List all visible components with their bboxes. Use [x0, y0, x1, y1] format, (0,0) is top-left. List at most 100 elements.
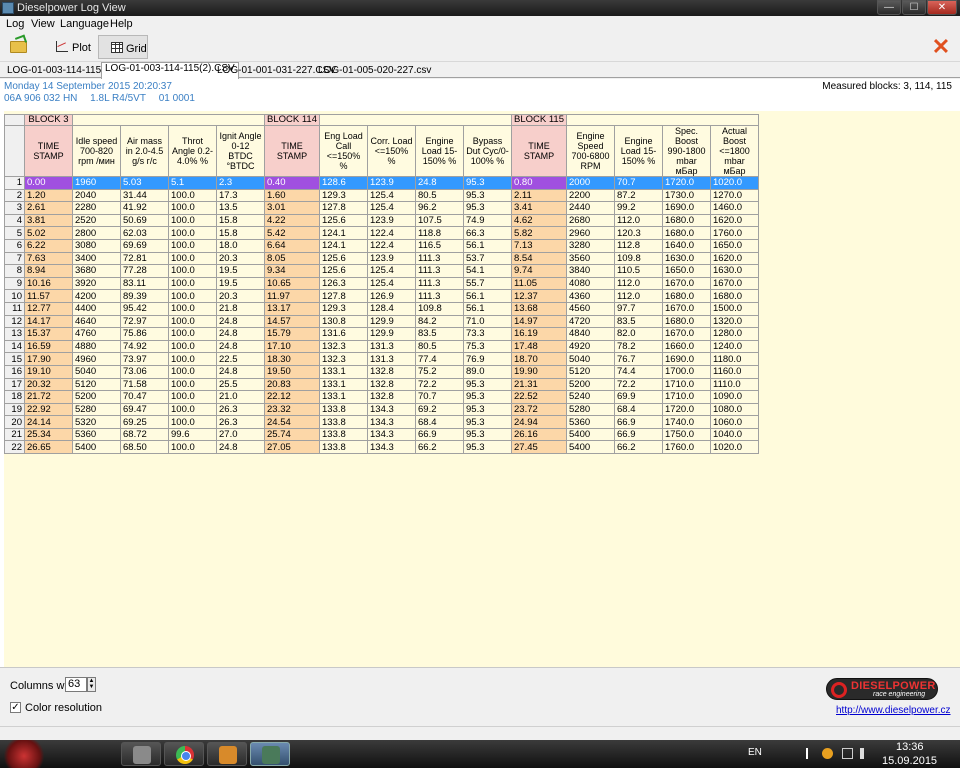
value-cell[interactable]: 95.3	[463, 402, 512, 417]
value-cell[interactable]: 125.6	[319, 213, 368, 228]
timestamp-cell[interactable]: 18.70	[511, 352, 567, 366]
value-cell[interactable]: 13.5	[216, 201, 265, 215]
value-cell[interactable]: 1690.0	[662, 201, 711, 215]
timestamp-cell[interactable]: 23.32	[264, 402, 320, 417]
row-number[interactable]: 7	[4, 251, 25, 266]
timestamp-cell[interactable]: 26.65	[24, 440, 73, 455]
value-cell[interactable]: 72.81	[120, 251, 169, 266]
value-cell[interactable]: 73.3	[463, 327, 512, 341]
timestamp-cell[interactable]: 20.83	[264, 377, 320, 392]
value-cell[interactable]: 83.5	[614, 314, 663, 329]
value-cell[interactable]: 5400	[566, 440, 615, 455]
row-number[interactable]: 10	[4, 289, 25, 303]
value-cell[interactable]: 107.5	[415, 213, 464, 228]
value-cell[interactable]: 2440	[566, 201, 615, 215]
row-number[interactable]: 21	[4, 427, 25, 442]
table-row[interactable]: 17 20.32 5120 71.58 100.0 25.5 20.83 133.1 132.8…	[4, 377, 759, 392]
website-link[interactable]: http://www.dieselpower.cz	[836, 705, 951, 716]
value-cell[interactable]: 83.5	[415, 327, 464, 341]
value-cell[interactable]: 1710.0	[662, 377, 711, 392]
value-cell[interactable]: 2960	[566, 226, 615, 240]
value-cell[interactable]: 1720.0	[662, 402, 711, 417]
table-row[interactable]: 10 11.57 4200 89.39 100.0 20.3 11.97 127.8 126.9…	[4, 289, 759, 303]
value-cell[interactable]: 1040.0	[710, 427, 759, 442]
timestamp-cell[interactable]: 8.54	[511, 251, 567, 266]
timestamp-cell[interactable]: 14.57	[264, 314, 320, 329]
volume-icon[interactable]	[860, 748, 871, 759]
timestamp-cell[interactable]: 2.61	[24, 201, 73, 215]
value-cell[interactable]: 100.0	[168, 251, 217, 266]
value-cell[interactable]: 112.0	[614, 276, 663, 291]
value-cell[interactable]: 5240	[566, 390, 615, 404]
value-cell[interactable]: 54.1	[463, 264, 512, 278]
row-number[interactable]: 1	[4, 176, 25, 190]
value-cell[interactable]: 133.1	[319, 390, 368, 404]
table-row[interactable]: 5 5.02 2800 62.03 100.0 15.8 5.42 124.1 122.4 118…	[4, 226, 759, 240]
timestamp-cell[interactable]: 22.12	[264, 390, 320, 404]
open-log-button[interactable]	[8, 35, 32, 59]
taskbar-app-1[interactable]	[121, 742, 161, 766]
value-cell[interactable]: 15.8	[216, 226, 265, 240]
timestamp-cell[interactable]: 9.74	[511, 264, 567, 278]
value-cell[interactable]: 130.8	[319, 314, 368, 329]
value-cell[interactable]: 5360	[566, 415, 615, 429]
value-cell[interactable]: 95.42	[120, 301, 169, 316]
value-cell[interactable]: 69.69	[120, 238, 169, 253]
table-row[interactable]: 20 24.14 5320 69.25 100.0 26.3 24.54 133.8 134.3…	[4, 415, 759, 429]
value-cell[interactable]: 1700.0	[662, 364, 711, 379]
value-cell[interactable]: 83.11	[120, 276, 169, 291]
value-cell[interactable]: 4880	[72, 339, 121, 354]
value-cell[interactable]: 69.25	[120, 415, 169, 429]
value-cell[interactable]: 5400	[566, 427, 615, 442]
value-cell[interactable]: 125.6	[319, 251, 368, 266]
value-cell[interactable]: 1670.0	[662, 301, 711, 316]
timestamp-cell[interactable]: 3.41	[511, 201, 567, 215]
value-cell[interactable]: 128.4	[367, 301, 416, 316]
row-number[interactable]: 3	[4, 201, 25, 215]
value-cell[interactable]: 66.2	[415, 440, 464, 455]
value-cell[interactable]: 2680	[566, 213, 615, 228]
value-cell[interactable]: 71.0	[463, 314, 512, 329]
value-cell[interactable]: 1650.0	[662, 264, 711, 278]
row-number[interactable]: 11	[4, 301, 25, 316]
timestamp-cell[interactable]: 0.00	[24, 176, 73, 190]
value-cell[interactable]: 1060.0	[710, 415, 759, 429]
timestamp-cell[interactable]: 2.11	[511, 188, 567, 203]
value-cell[interactable]: 76.7	[614, 352, 663, 366]
value-cell[interactable]: 68.4	[415, 415, 464, 429]
value-cell[interactable]: 133.8	[319, 402, 368, 417]
value-cell[interactable]: 68.72	[120, 427, 169, 442]
value-cell[interactable]: 1160.0	[710, 364, 759, 379]
value-cell[interactable]: 72.97	[120, 314, 169, 329]
timestamp-cell[interactable]: 15.37	[24, 327, 73, 341]
timestamp-cell[interactable]: 21.31	[511, 377, 567, 392]
value-cell[interactable]: 69.9	[614, 390, 663, 404]
value-cell[interactable]: 26.3	[216, 402, 265, 417]
value-cell[interactable]: 125.4	[367, 188, 416, 203]
table-row[interactable]: 2 1.20 2040 31.44 100.0 17.3 1.60 129.3 125.4 80.…	[4, 188, 759, 203]
value-cell[interactable]: 1090.0	[710, 390, 759, 404]
value-cell[interactable]: 56.1	[463, 238, 512, 253]
value-cell[interactable]: 134.3	[367, 440, 416, 455]
table-row[interactable]: 1 0.00 1960 5.03 5.1 2.3 0.40 128.6 123.9 24.8 95.…	[4, 176, 759, 190]
grid-button[interactable]: Grid	[98, 35, 148, 59]
value-cell[interactable]: 99.6	[168, 427, 217, 442]
language-indicator[interactable]: EN	[748, 747, 762, 758]
timestamp-cell[interactable]: 25.34	[24, 427, 73, 442]
value-cell[interactable]: 82.0	[614, 327, 663, 341]
value-cell[interactable]: 133.1	[319, 377, 368, 392]
value-cell[interactable]: 131.6	[319, 327, 368, 341]
value-cell[interactable]: 1680.0	[710, 289, 759, 303]
value-cell[interactable]: 100.0	[168, 440, 217, 455]
value-cell[interactable]: 75.86	[120, 327, 169, 341]
value-cell[interactable]: 74.9	[463, 213, 512, 228]
value-cell[interactable]: 2000	[566, 176, 615, 190]
value-cell[interactable]: 18.0	[216, 238, 265, 253]
value-cell[interactable]: 66.9	[415, 427, 464, 442]
value-cell[interactable]: 1320.0	[710, 314, 759, 329]
value-cell[interactable]: 1020.0	[710, 440, 759, 455]
column-header[interactable]: TIME STAMP	[264, 125, 320, 177]
value-cell[interactable]: 111.3	[415, 289, 464, 303]
value-cell[interactable]: 100.0	[168, 364, 217, 379]
value-cell[interactable]: 1020.0	[710, 176, 759, 190]
